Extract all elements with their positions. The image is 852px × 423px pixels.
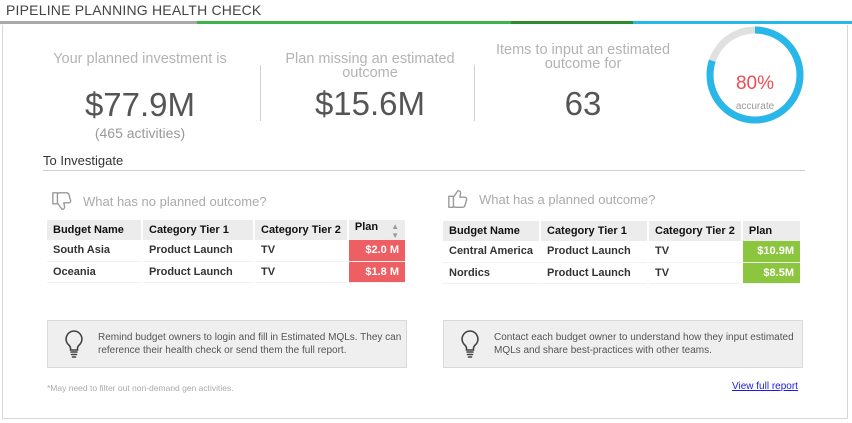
cell-tier1: Product Launch xyxy=(540,262,649,284)
cell-tier2: TV xyxy=(648,262,743,284)
cell-tier2: TV xyxy=(648,241,743,263)
footnote: *May need to filter out non-demand gen a… xyxy=(47,383,234,393)
gauge-label: accurate xyxy=(735,101,775,112)
no-outcome-table: Budget Name Category Tier 1 Category Tie… xyxy=(47,220,408,283)
cell-budget: Oceania xyxy=(47,261,143,283)
stat-planned-investment: Your planned investment is $77.9M (465 a… xyxy=(40,52,240,141)
planned-outcome-question: What has a planned outcome? xyxy=(479,191,656,207)
stat-value: 63 xyxy=(564,85,602,122)
column-header-budget[interactable]: Budget Name xyxy=(47,220,143,240)
page-title: PIPELINE PLANNING HEALTH CHECK xyxy=(6,2,262,18)
cell-tier1: Product Launch xyxy=(540,241,649,263)
cell-plan: $1.8 M xyxy=(347,261,408,283)
table-header-row: Budget Name Category Tier 1 Category Tie… xyxy=(443,221,803,241)
tip-text: Remind budget owners to login and fill i… xyxy=(98,332,402,356)
cell-budget: Central America xyxy=(443,241,541,263)
stat-value: $77.9M xyxy=(84,86,196,123)
cell-plan: $10.9M xyxy=(741,241,803,263)
table-row[interactable]: Central America Product Launch TV $10.9M xyxy=(443,241,803,263)
cell-tier1: Product Launch xyxy=(142,261,255,283)
table-row[interactable]: Nordics Product Launch TV $8.5M xyxy=(443,262,803,284)
tip-text: Contact each budget owner to understand … xyxy=(494,332,794,356)
cell-tier1: Product Launch xyxy=(142,240,255,262)
table-header-row: Budget Name Category Tier 1 Category Tie… xyxy=(47,220,408,240)
lightbulb-icon xyxy=(461,330,479,358)
column-header-tier1[interactable]: Category Tier 1 xyxy=(142,220,255,240)
stat-label: Your planned investment is xyxy=(53,51,227,67)
stat-label-line2: outcome xyxy=(342,65,398,81)
gauge-percent: 80% xyxy=(735,73,775,94)
no-outcome-header: What has no planned outcome? xyxy=(51,190,267,212)
accuracy-gauge: 80% accurate xyxy=(705,25,805,125)
column-header-budget[interactable]: Budget Name xyxy=(443,221,541,241)
tip-remind-owners: Remind budget owners to login and fill i… xyxy=(47,320,407,368)
column-header-plan[interactable]: Plan xyxy=(741,221,803,241)
cell-budget: Nordics xyxy=(443,262,541,284)
column-header-plan-label: Plan xyxy=(354,220,379,233)
header-color-bar xyxy=(0,21,852,24)
header-bar-segment-blue xyxy=(633,21,852,24)
stat-subtext: (465 activities) xyxy=(94,125,186,141)
stat-value: $15.6M xyxy=(314,85,426,122)
divider xyxy=(474,65,475,121)
section-title: To Investigate xyxy=(43,153,124,168)
stat-plan-missing: Plan missing an estimated outcome $15.6M xyxy=(270,52,470,123)
cell-plan: $2.0 M xyxy=(347,240,408,262)
cell-budget: South Asia xyxy=(47,240,143,262)
header-bar-segment-green xyxy=(197,21,511,24)
header-bar-segment-gray xyxy=(0,21,197,24)
stat-items-to-input: Items to input an estimated outcome for … xyxy=(483,43,683,123)
view-full-report-link[interactable]: View full report xyxy=(732,381,798,392)
table-row[interactable]: Oceania Product Launch TV $1.8 M xyxy=(47,261,408,283)
stat-label-line2: outcome for xyxy=(544,56,622,72)
sort-icon[interactable]: ▲ ▼ xyxy=(391,222,399,240)
tip-contact-owners: Contact each budget owner to understand … xyxy=(443,320,803,368)
thumbs-up-icon xyxy=(448,190,468,208)
stat-label-line1: Items to input an estimated xyxy=(495,42,671,58)
lightbulb-icon xyxy=(65,330,83,358)
no-outcome-question: What has no planned outcome? xyxy=(83,193,267,209)
thumbs-down-icon xyxy=(52,192,72,210)
stat-label-line1: Plan missing an estimated xyxy=(285,51,455,67)
divider xyxy=(260,65,261,121)
column-header-tier1[interactable]: Category Tier 1 xyxy=(540,221,649,241)
column-header-tier2[interactable]: Category Tier 2 xyxy=(648,221,743,241)
header-bar-segment-darkgreen xyxy=(511,21,633,24)
cell-tier2: TV xyxy=(254,240,349,262)
cell-tier2: TV xyxy=(254,261,349,283)
planned-outcome-table: Budget Name Category Tier 1 Category Tie… xyxy=(443,221,803,284)
cell-plan: $8.5M xyxy=(741,262,803,284)
section-divider xyxy=(43,170,805,171)
planned-outcome-header: What has a planned outcome? xyxy=(447,188,655,210)
column-header-tier2[interactable]: Category Tier 2 xyxy=(254,220,349,240)
table-row[interactable]: South Asia Product Launch TV $2.0 M xyxy=(47,240,408,262)
column-header-plan[interactable]: Plan ▲ ▼ xyxy=(347,220,408,240)
